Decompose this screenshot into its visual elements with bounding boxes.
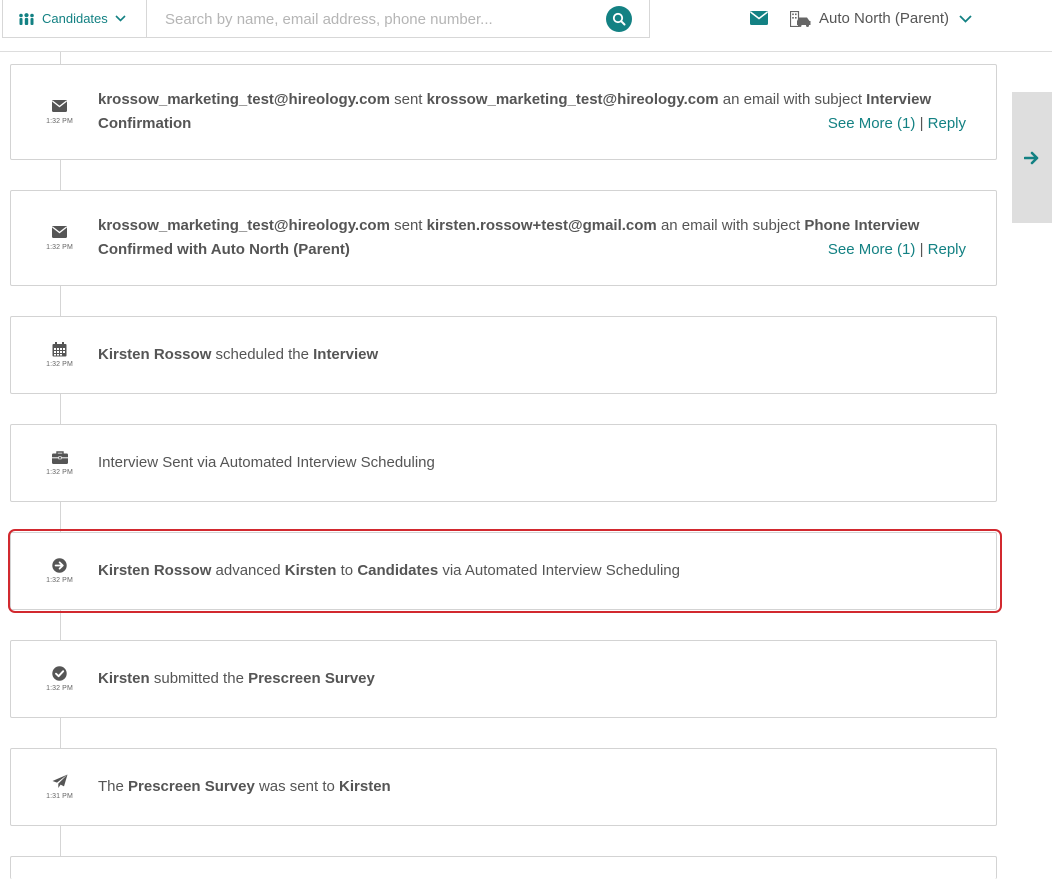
event-description: Interview Sent via Automated Interview S…: [98, 454, 435, 471]
timeline-item-text: The Prescreen Survey was sent to Kirsten: [98, 775, 966, 799]
timeline-item-meta: 1:32 PM: [37, 449, 82, 476]
email-subject-continued: Confirmation: [98, 115, 192, 132]
reply-link[interactable]: Reply: [928, 241, 966, 258]
recipient-email: kirsten.rossow+test@gmail.com: [426, 217, 657, 234]
timeline-item-actions: See More (1) | Reply: [828, 238, 966, 262]
action-separator: |: [919, 241, 924, 258]
calendar-icon: [37, 341, 82, 357]
timestamp: 1:32 PM: [46, 244, 73, 251]
expand-panel-button[interactable]: [1012, 92, 1052, 223]
timeline-item: 1:32 PM krossow_marketing_test@hireology…: [10, 64, 997, 160]
verb-text: sent: [394, 91, 423, 108]
via-text: via Automated Interview Scheduling: [442, 562, 680, 579]
messages-button[interactable]: [749, 9, 769, 27]
paper-plane-icon: [37, 773, 82, 789]
organization-switcher[interactable]: Auto North (Parent): [790, 0, 972, 37]
people-icon: [18, 12, 35, 25]
arrow-circle-right-icon: [37, 557, 82, 573]
sender-email: krossow_marketing_test@hireology.com: [98, 217, 390, 234]
timeline-item-meta: 1:32 PM: [37, 665, 82, 692]
actor-name: Kirsten: [98, 670, 150, 687]
top-bar: Candidates Auto North (Parent): [0, 0, 1052, 52]
description-text: an email with subject: [722, 91, 862, 108]
actor-name: Kirsten Rossow: [98, 346, 212, 363]
search-scope-label: Candidates: [42, 11, 108, 26]
envelope-icon: [37, 98, 82, 114]
see-more-link[interactable]: See More (1): [828, 115, 916, 132]
timeline-item: 1:32 PM Kirsten Rossow scheduled the Int…: [10, 316, 997, 394]
timeline-item-meta: 1:31 PM: [37, 773, 82, 800]
timeline-item-text: Kirsten submitted the Prescreen Survey: [98, 667, 966, 691]
check-circle-icon: [37, 665, 82, 681]
envelope-icon: [750, 11, 768, 25]
email-subject: Interview: [866, 91, 932, 108]
timeline-item: 1:32 PM Interview Sent via Automated Int…: [10, 424, 997, 502]
verb-text: sent: [394, 217, 423, 234]
timeline-item-text: Interview Sent via Automated Interview S…: [98, 451, 966, 475]
timeline-item-actions: See More (1) | Reply: [828, 112, 966, 136]
lead-text: The: [98, 778, 124, 795]
candidate-name: Kirsten: [284, 562, 337, 579]
see-more-link[interactable]: See More (1): [828, 241, 916, 258]
reply-link[interactable]: Reply: [928, 115, 966, 132]
timeline-item-meta: 1:32 PM: [37, 98, 82, 125]
timestamp: 1:32 PM: [46, 118, 73, 125]
object-name: Interview: [313, 346, 379, 363]
verb-text: submitted the: [153, 670, 244, 687]
building-car-icon: [790, 10, 811, 27]
timeline-item: [10, 856, 997, 879]
timeline-item-text: Kirsten Rossow advanced Kirsten to Candi…: [98, 559, 966, 583]
chevron-down-icon: [959, 14, 972, 23]
verb-text: advanced: [215, 562, 281, 579]
action-separator: |: [919, 115, 924, 132]
search-icon: [612, 12, 626, 26]
object-name: Prescreen Survey: [128, 778, 255, 795]
timestamp: 1:31 PM: [46, 793, 73, 800]
search-input[interactable]: [163, 0, 597, 39]
timeline-item-text: Kirsten Rossow scheduled the Interview: [98, 343, 966, 367]
timestamp: 1:32 PM: [46, 469, 73, 476]
timestamp: 1:32 PM: [46, 685, 73, 692]
preposition-text: to: [340, 562, 354, 579]
recipient-email: krossow_marketing_test@hireology.com: [426, 91, 719, 108]
actor-name: Kirsten Rossow: [98, 562, 212, 579]
verb-text: scheduled the: [215, 346, 309, 363]
timeline-item: 1:32 PM Kirsten Rossow advanced Kirsten …: [10, 532, 997, 610]
timeline-item-meta: 1:32 PM: [37, 224, 82, 251]
search-scope-dropdown[interactable]: Candidates: [3, 0, 147, 37]
organization-label: Auto North (Parent): [819, 10, 950, 27]
email-subject: Phone Interview: [804, 217, 920, 234]
timeline-item: 1:31 PM The Prescreen Survey was sent to…: [10, 748, 997, 826]
envelope-icon: [37, 224, 82, 240]
search-button[interactable]: [606, 6, 632, 32]
search-bar: Candidates: [2, 0, 650, 39]
timeline-item: 1:32 PM Kirsten submitted the Prescreen …: [10, 640, 997, 718]
briefcase-icon: [37, 449, 82, 465]
email-subject-continued: Confirmed with Auto North (Parent): [98, 241, 350, 258]
timeline-item-meta: 1:32 PM: [37, 557, 82, 584]
chevron-down-icon: [115, 15, 126, 22]
timestamp: 1:32 PM: [46, 361, 73, 368]
recipient-name: Kirsten: [339, 778, 391, 795]
timeline-item: 1:32 PM krossow_marketing_test@hireology…: [10, 190, 997, 286]
description-text: an email with subject: [660, 217, 801, 234]
arrow-right-icon: [1024, 150, 1040, 166]
object-name: Prescreen Survey: [248, 670, 375, 687]
verb-text: was sent to: [258, 778, 335, 795]
timeline-item-meta: 1:32 PM: [37, 341, 82, 368]
timestamp: 1:32 PM: [46, 577, 73, 584]
stage-name: Candidates: [357, 562, 439, 579]
sender-email: krossow_marketing_test@hireology.com: [98, 91, 390, 108]
